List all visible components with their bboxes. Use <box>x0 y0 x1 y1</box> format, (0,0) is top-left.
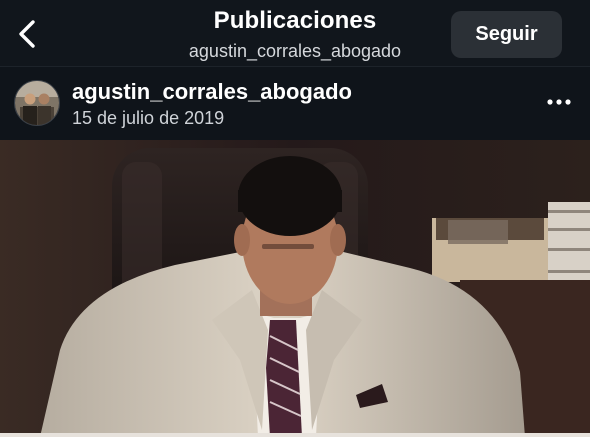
post-image[interactable] <box>0 140 590 437</box>
follow-button[interactable]: Seguir <box>451 11 562 58</box>
post-header: agustin_corrales_abogado 15 de julio de … <box>0 67 590 140</box>
avatar[interactable] <box>14 80 60 126</box>
top-bar: Publicaciones agustin_corrales_abogado S… <box>0 0 590 66</box>
page-title: Publicaciones <box>213 7 377 34</box>
back-button[interactable] <box>10 14 46 54</box>
more-options-button[interactable] <box>543 90 575 114</box>
more-horizontal-icon <box>547 99 571 105</box>
post-photo <box>0 140 590 437</box>
avatar-image <box>15 81 59 125</box>
title-block: Publicaciones agustin_corrales_abogado <box>120 6 470 63</box>
post-date: 15 de julio de 2019 <box>72 108 225 128</box>
post-username[interactable]: agustin_corrales_abogado <box>72 79 352 105</box>
chevron-left-icon <box>19 20 35 48</box>
page-subtitle: agustin_corrales_abogado <box>188 41 402 61</box>
